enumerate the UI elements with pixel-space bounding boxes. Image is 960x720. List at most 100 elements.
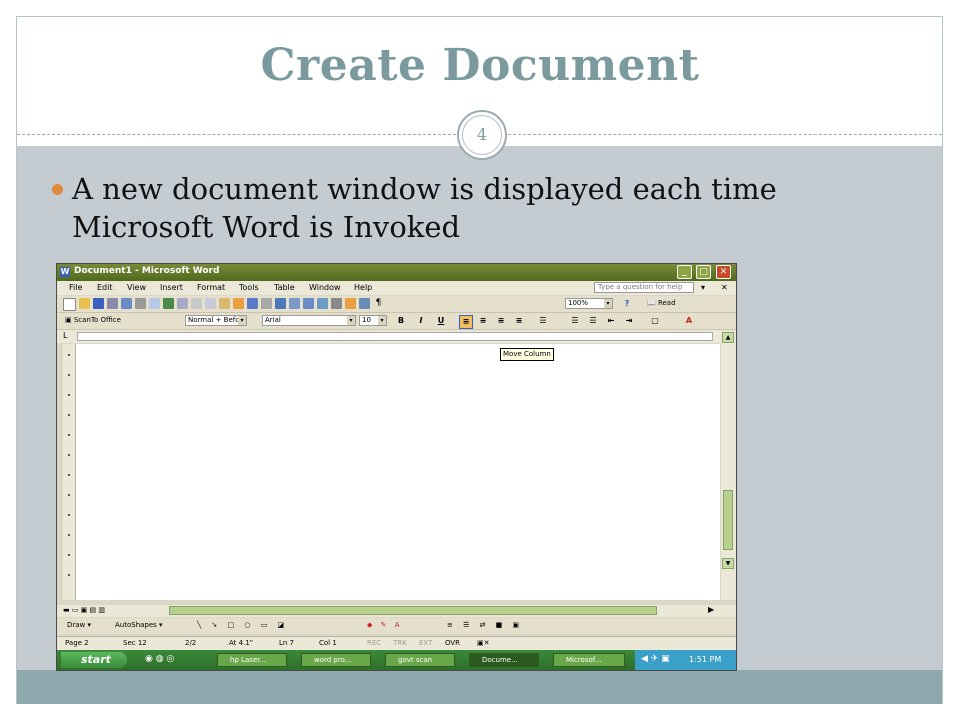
email-icon[interactable] bbox=[121, 298, 132, 309]
minimize-button[interactable]: _ bbox=[677, 265, 692, 279]
tray-icons[interactable]: ◀ ✈ ▣ bbox=[641, 654, 670, 664]
increase-indent-icon[interactable]: ⇥ bbox=[623, 315, 635, 327]
italic-button[interactable]: I bbox=[415, 315, 427, 327]
formatting-toolbar: ▣ ScanTo Office Normal + Befor ▾ Arial ▾… bbox=[57, 313, 736, 330]
taskbar-button-document[interactable]: Docume... bbox=[469, 653, 539, 667]
decrease-indent-icon[interactable]: ⇤ bbox=[605, 315, 617, 327]
menu-insert[interactable]: Insert bbox=[160, 283, 183, 292]
horizontal-scrollbar[interactable]: ▬ ▭ ▣ ▤ ▥ ▶ bbox=[57, 605, 736, 617]
windows-taskbar: start ◉ ◍ ◎ hp Laser... word pro... govt… bbox=[57, 650, 736, 670]
scroll-up-icon[interactable]: ▲ bbox=[722, 332, 734, 343]
start-button[interactable]: start bbox=[61, 652, 127, 668]
justify-icon[interactable]: ≡ bbox=[513, 315, 525, 327]
draw-label: Draw bbox=[67, 621, 86, 629]
menu-format[interactable]: Format bbox=[197, 283, 225, 292]
read-button[interactable]: 📖 Read bbox=[647, 299, 676, 307]
vertical-ruler bbox=[63, 344, 76, 600]
status-ext[interactable]: EXT bbox=[419, 639, 432, 647]
taskbar-button-word-pro[interactable]: word pro... bbox=[301, 653, 371, 667]
zoom-select[interactable]: 100% ▾ bbox=[565, 298, 613, 309]
insert-table-icon[interactable] bbox=[303, 298, 314, 309]
taskbar-button-microsoft[interactable]: Microsof... bbox=[553, 653, 625, 667]
undo-icon[interactable] bbox=[247, 298, 258, 309]
borders-icon[interactable]: ▢ bbox=[649, 315, 661, 327]
line-style-icons[interactable]: ≡ ☰ ⇄ ■ ▣ bbox=[447, 621, 523, 629]
menu-tools[interactable]: Tools bbox=[239, 283, 259, 292]
autoshapes-menu-button[interactable]: AutoShapes ▾ bbox=[115, 621, 163, 629]
horizontal-scroll-thumb[interactable] bbox=[169, 606, 657, 615]
drawing-icon[interactable] bbox=[345, 298, 356, 309]
status-trk[interactable]: TRK bbox=[393, 639, 407, 647]
menu-edit[interactable]: Edit bbox=[97, 283, 113, 292]
document-page[interactable] bbox=[76, 344, 720, 600]
status-rec[interactable]: REC bbox=[367, 639, 381, 647]
scroll-right-icon[interactable]: ▶ bbox=[708, 605, 714, 614]
print-icon[interactable] bbox=[135, 298, 146, 309]
scan-to-office-button[interactable]: ▣ ScanTo Office bbox=[65, 316, 121, 324]
vertical-scroll-thumb[interactable] bbox=[723, 490, 733, 550]
horizontal-ruler-bar[interactable] bbox=[77, 332, 713, 341]
document-map-icon[interactable] bbox=[359, 298, 370, 309]
taskbar-clock: 1:51 PM bbox=[689, 655, 722, 664]
open-icon[interactable] bbox=[79, 298, 90, 309]
align-left-icon[interactable]: ≡ bbox=[459, 315, 473, 329]
menu-window[interactable]: Window bbox=[309, 283, 341, 292]
maximize-button[interactable]: □ bbox=[696, 265, 711, 279]
style-dropdown-icon: ▾ bbox=[238, 316, 246, 325]
font-select[interactable]: Arial ▾ bbox=[262, 315, 356, 326]
underline-button[interactable]: U bbox=[435, 315, 447, 327]
close-button[interactable]: ✕ bbox=[716, 265, 731, 279]
help-search-input[interactable]: Type a question for help bbox=[594, 282, 694, 293]
save-icon[interactable] bbox=[93, 298, 104, 309]
quick-launch-icons[interactable]: ◉ ◍ ◎ bbox=[145, 654, 174, 664]
numbering-icon[interactable]: ☰ bbox=[569, 315, 581, 327]
vertical-scrollbar[interactable]: ▲ ▼ bbox=[721, 330, 736, 600]
cut-icon[interactable] bbox=[191, 298, 202, 309]
help-icon[interactable]: ? bbox=[621, 298, 633, 310]
drawing-shape-icons[interactable]: ╲ ➘ □ ○ ▭ ◪ bbox=[197, 621, 288, 629]
menu-help[interactable]: Help bbox=[354, 283, 372, 292]
tab-selector-icon[interactable]: L bbox=[63, 331, 67, 340]
research-icon[interactable] bbox=[177, 298, 188, 309]
new-document-icon[interactable] bbox=[63, 298, 76, 311]
read-label: Read bbox=[657, 299, 676, 307]
align-center-icon[interactable]: ≡ bbox=[477, 315, 489, 327]
menu-table[interactable]: Table bbox=[274, 283, 295, 292]
permission-icon[interactable] bbox=[107, 298, 118, 309]
word-menubar: File Edit View Insert Format Tools Table… bbox=[57, 281, 736, 295]
spelling-icon[interactable] bbox=[163, 298, 174, 309]
menu-view[interactable]: View bbox=[127, 283, 146, 292]
copy-icon[interactable] bbox=[205, 298, 216, 309]
menu-file[interactable]: File bbox=[69, 283, 82, 292]
bullets-icon[interactable]: ☰ bbox=[587, 315, 599, 327]
taskbar-button-govt-scan[interactable]: govt scan bbox=[385, 653, 455, 667]
zoom-value: 100% bbox=[568, 299, 589, 307]
font-color-icon[interactable]: A bbox=[683, 315, 695, 327]
drawing-color-icons[interactable]: ◆ ✎ A bbox=[367, 621, 403, 629]
status-ovr[interactable]: OVR bbox=[445, 639, 460, 647]
draw-menu-button[interactable]: Draw ▾ bbox=[67, 621, 91, 629]
redo-icon[interactable] bbox=[261, 298, 272, 309]
close-document-icon[interactable]: ✕ bbox=[721, 283, 728, 292]
paste-icon[interactable] bbox=[219, 298, 230, 309]
print-preview-icon[interactable] bbox=[149, 298, 160, 309]
format-painter-icon[interactable] bbox=[233, 298, 244, 309]
align-right-icon[interactable]: ≡ bbox=[495, 315, 507, 327]
insert-excel-icon[interactable] bbox=[317, 298, 328, 309]
font-size-dropdown-icon: ▾ bbox=[378, 316, 386, 325]
view-buttons[interactable]: ▬ ▭ ▣ ▤ ▥ bbox=[63, 606, 105, 614]
scroll-down-icon[interactable]: ▼ bbox=[722, 558, 734, 569]
tables-borders-icon[interactable] bbox=[289, 298, 300, 309]
bold-button[interactable]: B bbox=[395, 315, 407, 327]
help-dropdown-icon[interactable]: ▾ bbox=[701, 283, 705, 292]
status-page: Page 2 bbox=[65, 639, 89, 647]
show-hide-icon[interactable]: ¶ bbox=[373, 298, 384, 309]
columns-icon[interactable] bbox=[331, 298, 342, 309]
style-select[interactable]: Normal + Befor ▾ bbox=[185, 315, 247, 326]
line-spacing-icon[interactable]: ☰ bbox=[537, 315, 549, 327]
word-window-title: Document1 - Microsoft Word bbox=[74, 266, 220, 276]
font-size-select[interactable]: 10 ▾ bbox=[359, 315, 387, 326]
taskbar-button-hp-laser[interactable]: hp Laser... bbox=[217, 653, 287, 667]
status-at: At 4.1" bbox=[229, 639, 253, 647]
hyperlink-icon[interactable] bbox=[275, 298, 286, 309]
